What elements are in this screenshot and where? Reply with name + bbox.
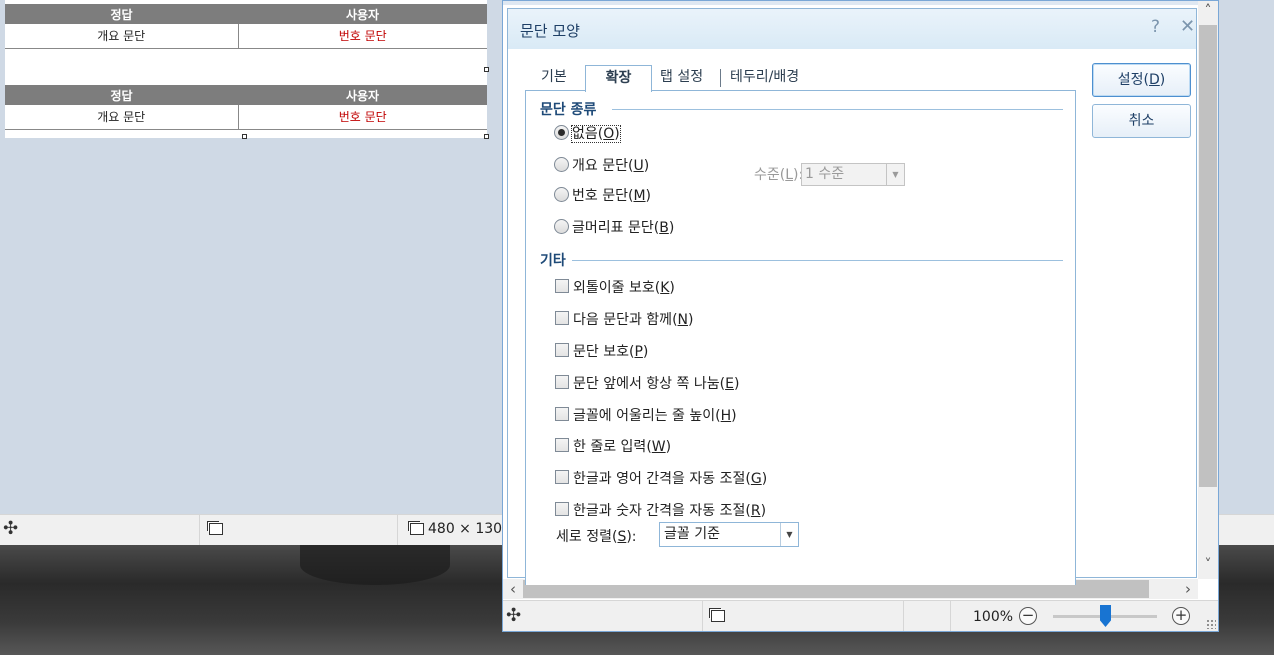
radio-numbered-paragraph[interactable]: 번호 문단(M) <box>554 186 651 206</box>
checkbox-korean-number-spacing[interactable]: 한글과 숫자 간격을 자동 조절(R) <box>555 501 766 521</box>
checkbox[interactable] <box>555 375 569 389</box>
checkbox-paragraph-protect[interactable]: 문단 보호(P) <box>555 342 648 362</box>
chevron-down-icon[interactable]: ▼ <box>780 523 798 546</box>
checkbox-korean-english-spacing[interactable]: 한글과 영어 간격을 자동 조절(G) <box>555 469 767 489</box>
radio-label: 개요 문단(U) <box>572 158 650 174</box>
checkbox-keep-with-next[interactable]: 다음 문단과 함께(N) <box>555 310 693 330</box>
checkbox[interactable] <box>555 407 569 421</box>
app-status-bar: ✣ 100% − + <box>503 600 1218 631</box>
radio-bullet-paragraph[interactable]: 글머리표 문단(B) <box>554 218 674 238</box>
scroll-thumb[interactable] <box>1199 25 1217 487</box>
frame-icon[interactable] <box>711 610 725 622</box>
tab-separator <box>720 69 721 87</box>
zoom-slider-thumb[interactable] <box>1100 605 1111 627</box>
cancel-button[interactable]: 취소 <box>1092 104 1191 138</box>
radio-button[interactable] <box>554 186 569 202</box>
status-divider <box>950 601 951 631</box>
chevron-down-icon: ▼ <box>886 164 904 185</box>
section-title-other: 기타 <box>540 253 566 269</box>
chevron-up-icon[interactable]: ˄ <box>1198 3 1218 19</box>
checkbox[interactable] <box>555 502 569 516</box>
status-divider <box>702 601 703 631</box>
radio-label: 번호 문단(M) <box>572 188 652 204</box>
zoom-percent[interactable]: 100% <box>973 609 1013 625</box>
table-header-row: 정답 사용자 <box>5 85 487 105</box>
document-page[interactable]: 정답 사용자 개요 문단 번호 문단 정답 사용자 개요 문단 번호 문단 <box>5 0 489 139</box>
chevron-down-icon[interactable]: ˅ <box>1198 557 1218 573</box>
resize-handle[interactable] <box>484 134 489 139</box>
table-cell[interactable]: 번호 문단 <box>238 24 487 49</box>
vertical-scrollbar[interactable]: ˄ ˅ <box>1198 1 1218 579</box>
table-header-cell: 사용자 <box>238 85 487 105</box>
frame-icon <box>410 523 424 535</box>
status-divider <box>199 515 200 545</box>
table-header-cell: 사용자 <box>238 4 487 24</box>
answer-table[interactable]: 정답 사용자 개요 문단 번호 문단 <box>5 4 487 49</box>
chevron-left-icon[interactable]: ‹ <box>503 579 523 599</box>
ok-button[interactable]: 설정(D) <box>1092 63 1191 97</box>
move-icon[interactable]: ✣ <box>506 605 521 626</box>
checkbox[interactable] <box>555 438 569 452</box>
radio-button[interactable] <box>554 124 569 140</box>
table-header-cell: 정답 <box>5 4 238 24</box>
checkbox[interactable] <box>555 311 569 325</box>
zoom-in-icon[interactable]: + <box>1172 607 1190 625</box>
section-divider <box>612 109 1063 110</box>
tab-extended[interactable]: 확장 <box>585 65 652 92</box>
table-cell[interactable]: 번호 문단 <box>238 105 487 130</box>
checkbox-font-line-height[interactable]: 글꼴에 어울리는 줄 높이(H) <box>555 406 737 426</box>
checkbox[interactable] <box>555 279 569 293</box>
table-row[interactable]: 개요 문단 번호 문단 <box>5 24 487 49</box>
tab-basic[interactable]: 기본 <box>541 65 567 91</box>
dialog-title-bar[interactable]: 문단 모양 ? ✕ <box>508 9 1196 49</box>
status-divider <box>397 515 398 545</box>
table-row[interactable]: 개요 문단 번호 문단 <box>5 105 487 130</box>
table-header-cell: 정답 <box>5 85 238 105</box>
object-size-text: 480 × 130p <box>428 521 511 537</box>
radio-none[interactable]: 없음(O) <box>554 124 621 144</box>
resize-grip-icon[interactable] <box>1206 619 1216 629</box>
tab-border-background[interactable]: 테두리/배경 <box>730 65 799 91</box>
radio-outline-paragraph[interactable]: 개요 문단(U) <box>554 156 649 176</box>
paragraph-shape-dialog: 문단 모양 ? ✕ 기본 확장 탭 설정 테두리/배경 문단 종류 없음(O) … <box>507 8 1197 585</box>
section-title-paragraph-type: 문단 종류 <box>540 102 597 118</box>
window-top-strip <box>503 1 1218 5</box>
move-icon[interactable]: ✣ <box>3 518 18 539</box>
checkbox-page-break-before[interactable]: 문단 앞에서 항상 쪽 나눔(E) <box>555 374 739 394</box>
table-header-row: 정답 사용자 <box>5 4 487 24</box>
radio-button[interactable] <box>554 156 569 172</box>
vertical-align-label: 세로 정렬(S): <box>556 529 637 545</box>
resize-handle[interactable] <box>242 134 247 139</box>
answer-table[interactable]: 정답 사용자 개요 문단 번호 문단 <box>5 85 487 130</box>
help-icon[interactable]: ? <box>1151 17 1160 37</box>
zoom-out-icon[interactable]: − <box>1019 607 1037 625</box>
resize-handle[interactable] <box>484 67 489 72</box>
vertical-align-select[interactable]: 글꼴 기준 ▼ <box>659 522 799 547</box>
frame-icon[interactable] <box>209 523 223 535</box>
level-select: 1 수준 ▼ <box>801 163 905 186</box>
level-label: 수준(L): <box>754 167 804 183</box>
table-cell[interactable]: 개요 문단 <box>5 24 239 49</box>
checkbox-single-line-input[interactable]: 한 줄로 입력(W) <box>555 437 671 457</box>
section-divider <box>572 260 1063 261</box>
checkbox[interactable] <box>555 343 569 357</box>
radio-label: 없음(O) <box>571 125 621 143</box>
checkbox[interactable] <box>555 470 569 484</box>
tab-tab-settings[interactable]: 탭 설정 <box>660 65 703 91</box>
tab-panel-extended: 문단 종류 없음(O) 개요 문단(U) 번호 문단(M) 글머리표 문단(B)… <box>525 90 1076 585</box>
table-cell[interactable]: 개요 문단 <box>5 105 239 130</box>
status-divider <box>903 601 904 631</box>
chevron-right-icon[interactable]: › <box>1178 579 1198 599</box>
radio-button[interactable] <box>554 218 569 234</box>
radio-label: 글머리표 문단(B) <box>572 220 675 236</box>
checkbox-widow-orphan[interactable]: 외톨이줄 보호(K) <box>555 278 675 298</box>
close-icon[interactable]: ✕ <box>1180 16 1195 37</box>
dialog-title: 문단 모양 <box>520 22 580 40</box>
